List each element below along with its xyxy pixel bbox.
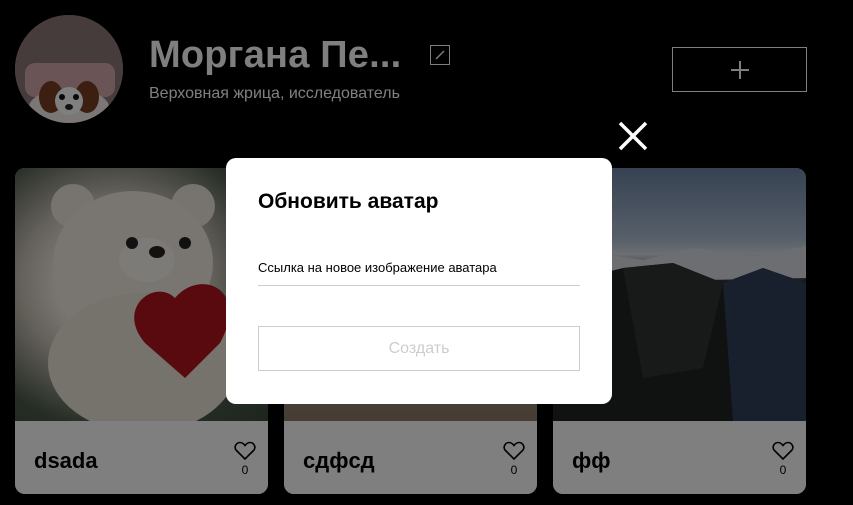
popup-title: Обновить аватар <box>258 190 439 213</box>
close-icon <box>618 121 648 151</box>
update-avatar-popup: Обновить аватар Создать <box>226 158 612 404</box>
avatar-link-input[interactable] <box>258 258 580 286</box>
close-popup-button[interactable] <box>617 120 649 152</box>
submit-button[interactable]: Создать <box>258 326 580 371</box>
